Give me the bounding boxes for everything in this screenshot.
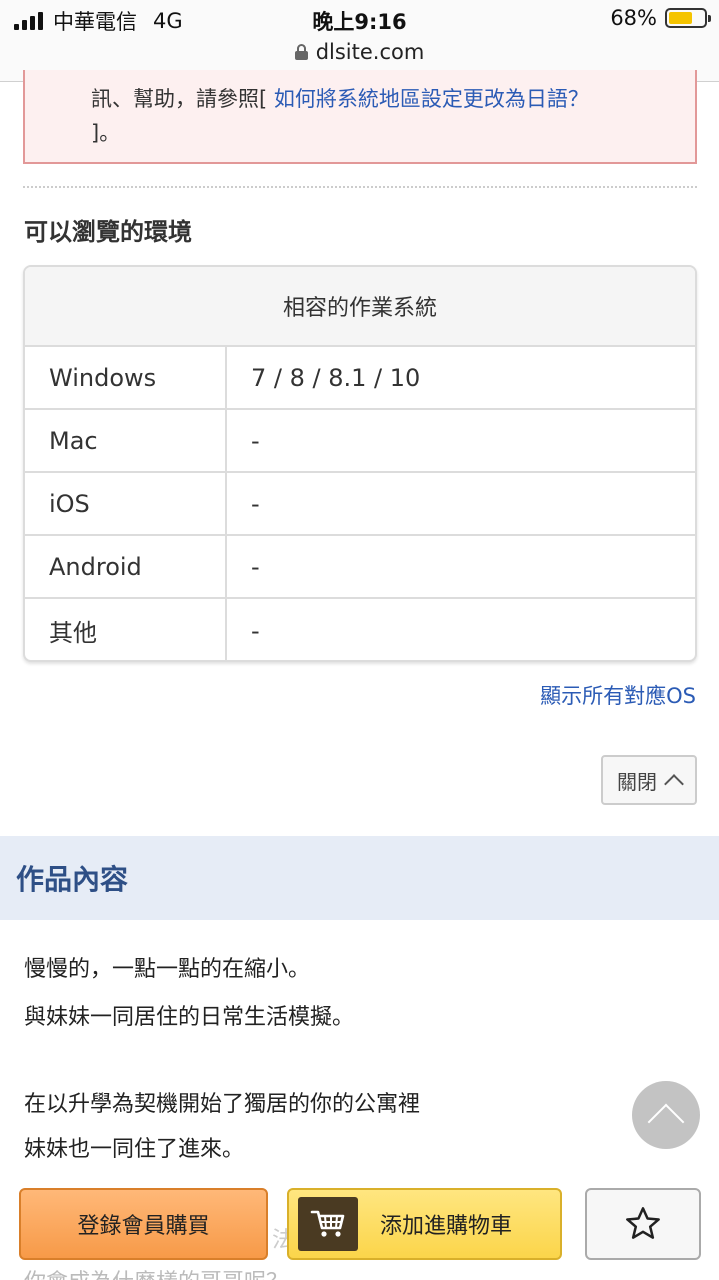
chevron-up-icon: [647, 1103, 685, 1141]
member-buy-label: 登錄會員購買: [77, 1214, 210, 1239]
works-section-header: 作品內容: [0, 836, 719, 920]
description-partial-line: 你會成為什麼樣的哥哥呢？: [24, 1264, 288, 1280]
favorite-button[interactable]: [585, 1188, 701, 1260]
os-name-cell: iOS: [25, 473, 227, 534]
url-text: dlsite.com: [315, 40, 425, 64]
show-all-os-link[interactable]: 顯示所有對應OS: [540, 680, 696, 710]
compatible-os-table: 相容的作業系統 Windows 7 / 8 / 8.1 / 10 Mac - i…: [23, 265, 697, 662]
environment-heading: 可以瀏覽的環境: [24, 218, 192, 246]
battery-level: [669, 12, 693, 24]
dotted-divider: [23, 186, 697, 188]
close-button-label: 關閉: [617, 769, 657, 794]
description-line: 與妹妹一同居住的日常生活模擬。: [24, 1005, 355, 1030]
table-header: 相容的作業系統: [25, 267, 695, 347]
description-line: 妹妹也一同住了進來。: [24, 1137, 245, 1162]
os-value-cell: -: [251, 489, 260, 518]
add-to-cart-button[interactable]: 添加進購物車: [287, 1188, 562, 1260]
chevron-up-icon: [664, 774, 684, 794]
os-name-cell: 其他: [25, 599, 227, 660]
notice-text: 訊、幫助，請參照[ 如何將系統地區設定更改為日語？ ]。: [91, 82, 681, 150]
table-row: Android -: [25, 536, 695, 599]
os-name-cell: Android: [25, 536, 227, 597]
battery-percent: 68%: [610, 6, 657, 30]
cart-icon: [298, 1197, 358, 1251]
member-buy-button[interactable]: 登錄會員購買: [19, 1188, 268, 1260]
table-row: iOS -: [25, 473, 695, 536]
os-value-cell: -: [251, 552, 260, 581]
table-row: 其他 -: [25, 599, 695, 660]
os-name-cell: Windows: [25, 347, 227, 408]
star-outline-icon: [626, 1207, 660, 1239]
region-setting-help-link[interactable]: 如何將系統地區設定更改為日語？: [274, 87, 589, 111]
os-name-cell: Mac: [25, 410, 227, 471]
lock-icon: [294, 44, 308, 60]
notice-prefix: 訊、幫助，請參照[: [91, 87, 268, 111]
table-row: Mac -: [25, 410, 695, 473]
table-row: Windows 7 / 8 / 8.1 / 10: [25, 347, 695, 410]
notice-suffix: ]。: [91, 121, 121, 145]
os-value-cell: -: [251, 616, 260, 645]
address-bar[interactable]: dlsite.com: [0, 40, 719, 64]
scroll-to-top-button[interactable]: [632, 1081, 700, 1149]
os-value-cell: -: [251, 426, 260, 455]
region-notice-box: 訊、幫助，請參照[ 如何將系統地區設定更改為日語？ ]。: [23, 70, 697, 164]
add-to-cart-label: 添加進購物車: [380, 1214, 513, 1239]
description-line: 慢慢的，一點一點的在縮小。: [24, 957, 311, 982]
description-line: 在以升學為契機開始了獨居的你的公寓裡: [24, 1092, 421, 1117]
works-title: 作品內容: [16, 863, 129, 896]
battery-icon: [665, 8, 711, 28]
os-value-cell: 7 / 8 / 8.1 / 10: [251, 363, 421, 392]
close-button[interactable]: 關閉: [601, 755, 697, 805]
status-right: 68%: [610, 6, 711, 30]
